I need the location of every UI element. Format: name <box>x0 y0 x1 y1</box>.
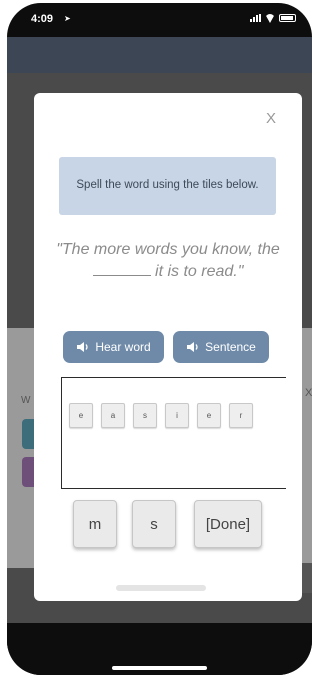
done-button[interactable]: [Done] <box>194 500 262 548</box>
wifi-icon <box>265 14 275 22</box>
faded-footer-text <box>116 585 206 591</box>
example-sentence: "The more words you know, the it is to r… <box>50 239 286 282</box>
sentence-label: Sentence <box>205 340 256 354</box>
answer-area[interactable] <box>61 377 286 489</box>
speaker-icon <box>77 342 88 352</box>
letter-tile[interactable]: e <box>197 403 221 428</box>
sentence-start: "The more words you know, the <box>56 241 280 258</box>
hear-word-label: Hear word <box>95 340 151 354</box>
letter-tile[interactable]: r <box>229 403 253 428</box>
speaker-icon <box>187 342 198 352</box>
background-close-icon: X <box>305 387 312 399</box>
hear-word-button[interactable]: Hear word <box>63 331 164 363</box>
home-indicator[interactable] <box>112 666 207 670</box>
signal-icon <box>250 14 261 22</box>
background-partial-text: W <box>21 395 31 406</box>
close-button[interactable]: X <box>266 111 276 126</box>
sentence-end: it is to read." <box>150 262 244 280</box>
sentence-button[interactable]: Sentence <box>173 331 269 363</box>
letter-tile[interactable]: i <box>165 403 189 428</box>
letter-tiles: e a s i e r <box>69 403 253 428</box>
status-icons <box>250 14 296 22</box>
instruction-banner: Spell the word using the tiles below. <box>59 157 276 215</box>
letter-tile[interactable]: e <box>69 403 93 428</box>
status-time: 4:09 <box>31 13 54 25</box>
status-bar: 4:09 ➤ <box>7 3 312 43</box>
key-s[interactable]: s <box>132 500 176 548</box>
spelling-modal: X Spell the word using the tiles below. … <box>34 93 302 601</box>
key-m[interactable]: m <box>73 500 117 548</box>
battery-icon <box>279 14 296 22</box>
location-arrow-icon: ➤ <box>64 14 71 23</box>
sentence-blank <box>92 261 151 276</box>
letter-tile[interactable]: s <box>133 403 157 428</box>
letter-tile[interactable]: a <box>101 403 125 428</box>
